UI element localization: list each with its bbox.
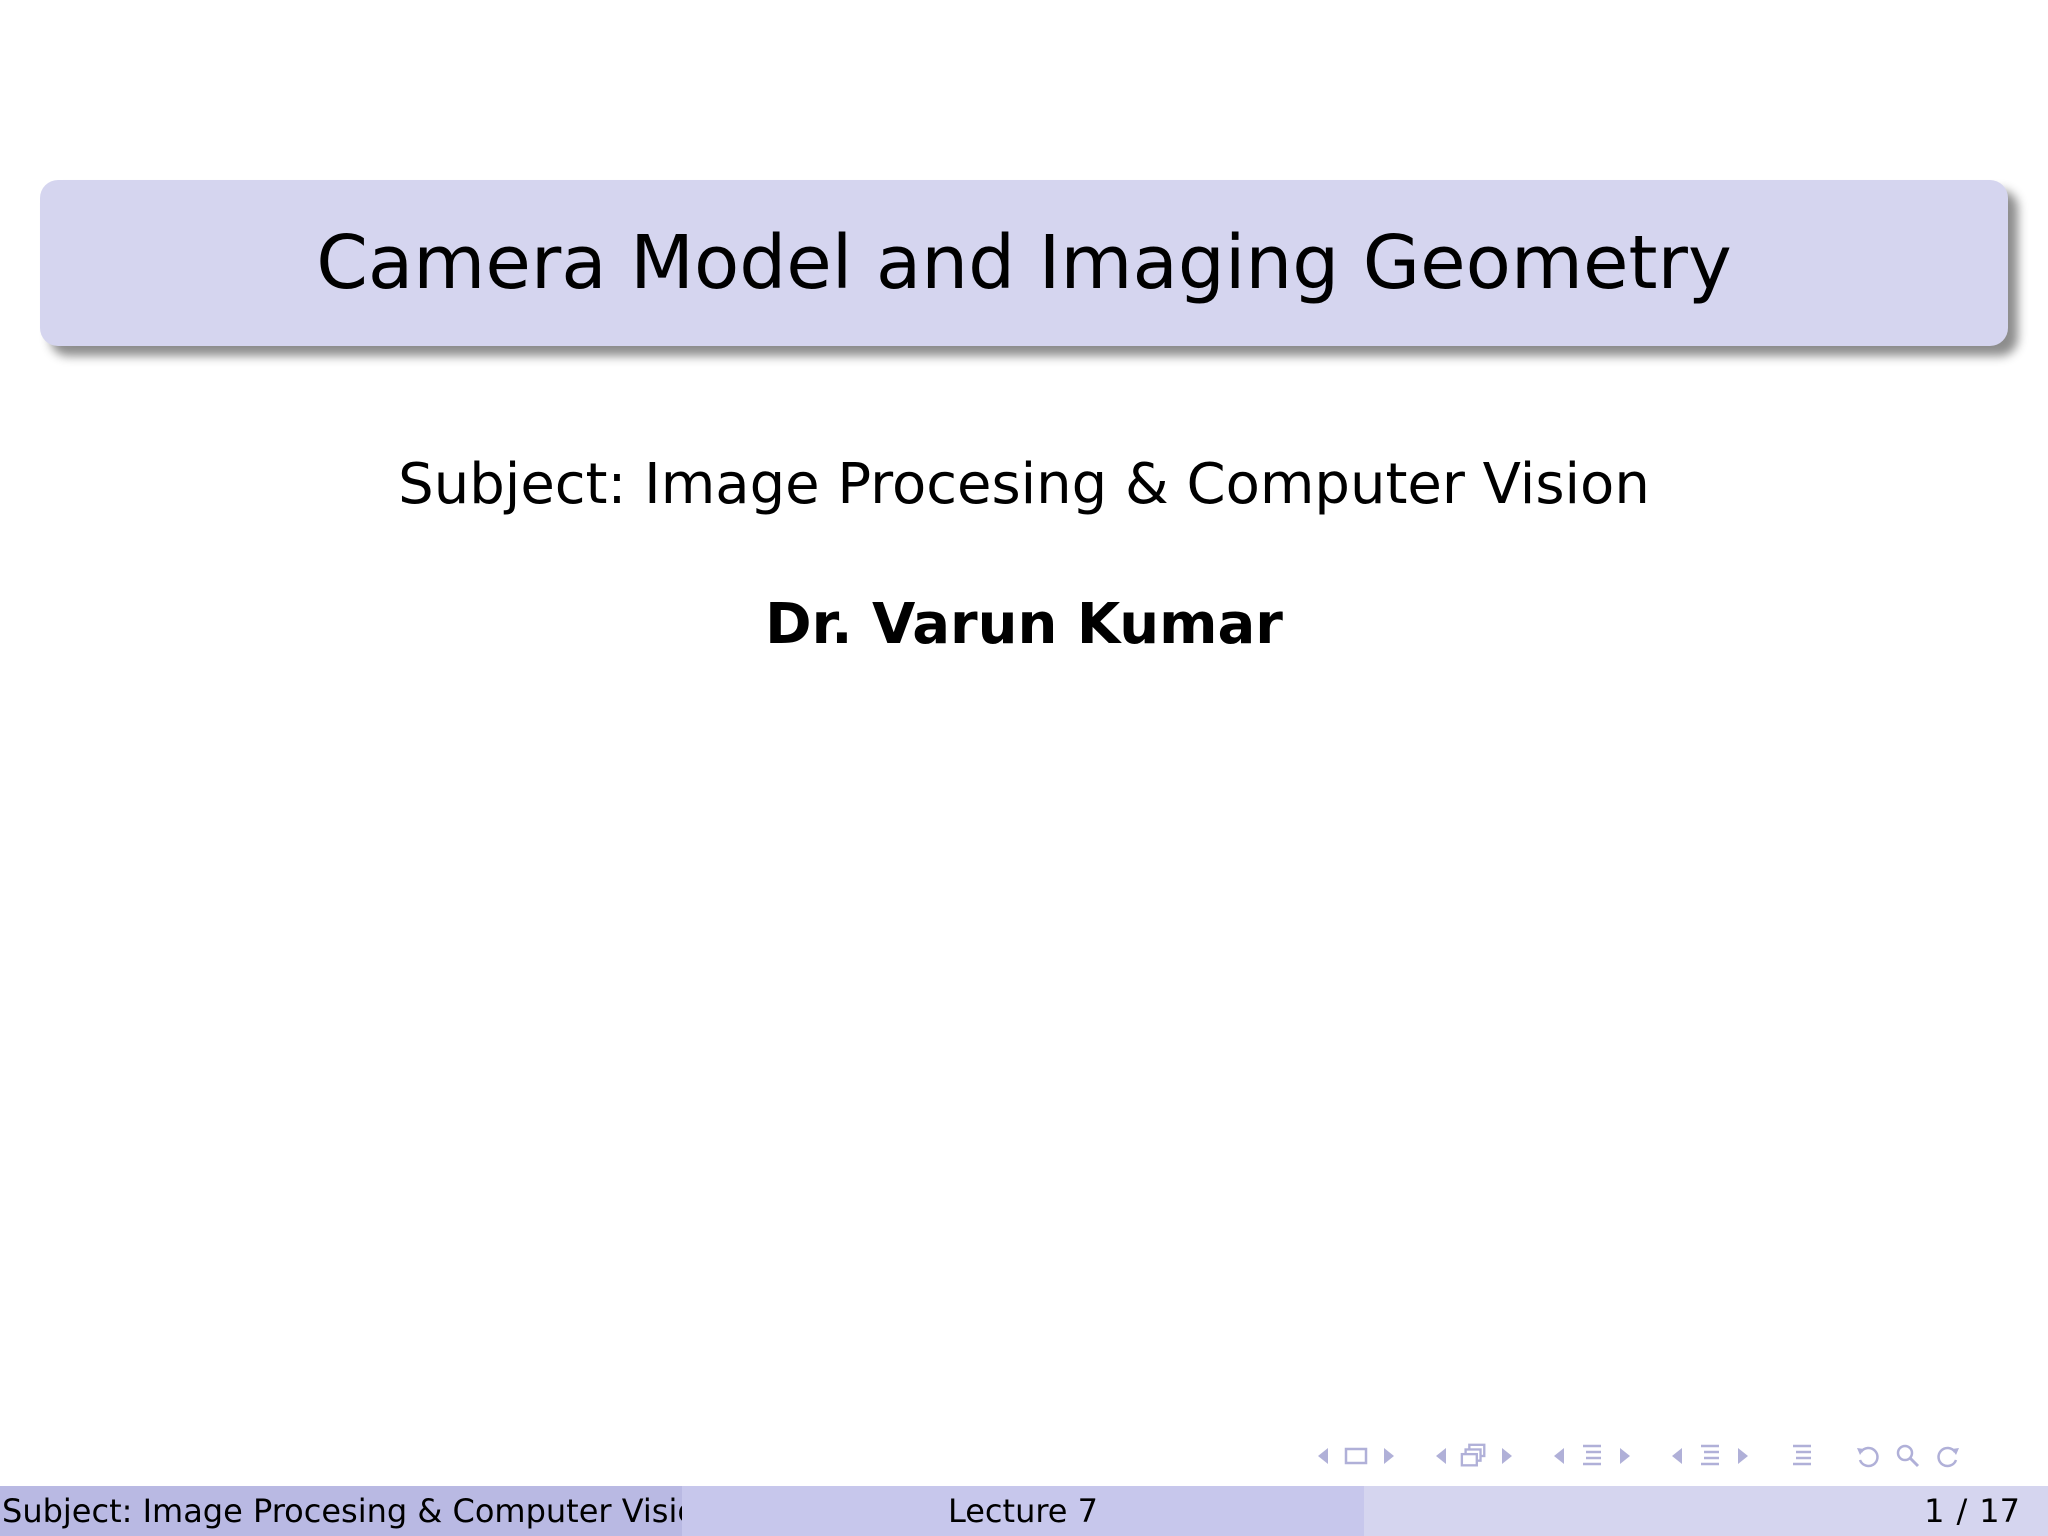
nav-next-subsection-icon[interactable]: [1502, 1448, 1512, 1464]
frame-icon[interactable]: [1342, 1442, 1370, 1470]
search-icon[interactable]: [1894, 1442, 1922, 1470]
footer-page-separator: /: [1956, 1492, 1968, 1530]
footer-subject-cell: Subject: Image Procesing & Computer Visi…: [0, 1486, 682, 1536]
nav-frame-group[interactable]: [1310, 1442, 1402, 1470]
nav-prev-document-icon[interactable]: [1672, 1448, 1682, 1464]
outline-icon[interactable]: [1788, 1442, 1816, 1470]
footer-subject-text: Subject: Image Procesing & Computer Visi…: [2, 1492, 682, 1530]
slide-footer: Subject: Image Procesing & Computer Visi…: [0, 1486, 2048, 1536]
nav-search-group[interactable]: [1848, 1442, 1968, 1470]
beamer-navigation-bar: [1310, 1438, 2030, 1474]
nav-next-document-icon[interactable]: [1738, 1448, 1748, 1464]
slide-subject: Subject: Image Procesing & Computer Visi…: [398, 452, 1650, 517]
footer-page-total: 17: [1979, 1492, 2020, 1530]
document-icon[interactable]: [1696, 1442, 1724, 1470]
nav-section-group[interactable]: [1546, 1442, 1638, 1470]
slide-title: Camera Model and Imaging Geometry: [316, 220, 1732, 306]
nav-document-group[interactable]: [1664, 1442, 1756, 1470]
footer-lecture-text: Lecture 7: [947, 1492, 1099, 1530]
undo-icon[interactable]: [1854, 1442, 1882, 1470]
footer-page-current: 1: [1924, 1492, 1945, 1530]
nav-prev-section-icon[interactable]: [1554, 1448, 1564, 1464]
nav-prev-frame-icon[interactable]: [1318, 1448, 1328, 1464]
subsection-icon[interactable]: [1460, 1442, 1488, 1470]
footer-page-cell: 1 / 17: [1364, 1486, 2048, 1536]
redo-icon[interactable]: [1934, 1442, 1962, 1470]
section-icon[interactable]: [1578, 1442, 1606, 1470]
nav-prev-subsection-icon[interactable]: [1436, 1448, 1446, 1464]
slide-author: Dr. Varun Kumar: [765, 592, 1283, 657]
nav-next-section-icon[interactable]: [1620, 1448, 1630, 1464]
footer-lecture-cell: Lecture 7: [682, 1486, 1364, 1536]
nav-next-frame-icon[interactable]: [1384, 1448, 1394, 1464]
nav-outline-group[interactable]: [1782, 1442, 1822, 1470]
nav-subsection-group[interactable]: [1428, 1442, 1520, 1470]
slide-title-box: Camera Model and Imaging Geometry: [40, 180, 2008, 346]
